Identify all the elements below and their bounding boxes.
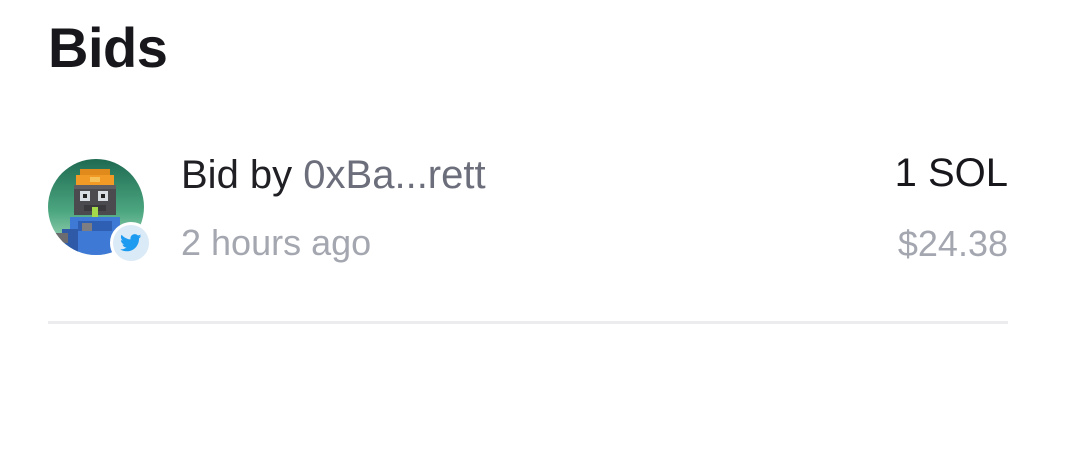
bids-panel: Bids Bid by 0xBa...rett 2 hours ago 1 SO… — [0, 0, 1079, 472]
twitter-icon — [120, 234, 142, 252]
bid-time: 2 hours ago — [181, 222, 372, 263]
divider — [48, 321, 1008, 324]
bid-amount: 1 SOL — [894, 151, 1008, 195]
bid-label: Bid by 0xBa...rett — [181, 150, 486, 200]
bid-prefix: Bid by — [181, 153, 293, 197]
section-title: Bids — [48, 16, 168, 79]
bid-usd-value: $24.38 — [897, 223, 1008, 264]
bid-row[interactable]: Bid by 0xBa...rett 2 hours ago 1 SOL $24… — [48, 150, 1008, 270]
twitter-badge[interactable] — [110, 222, 152, 264]
bidder-link[interactable]: 0xBa...rett — [303, 153, 485, 197]
